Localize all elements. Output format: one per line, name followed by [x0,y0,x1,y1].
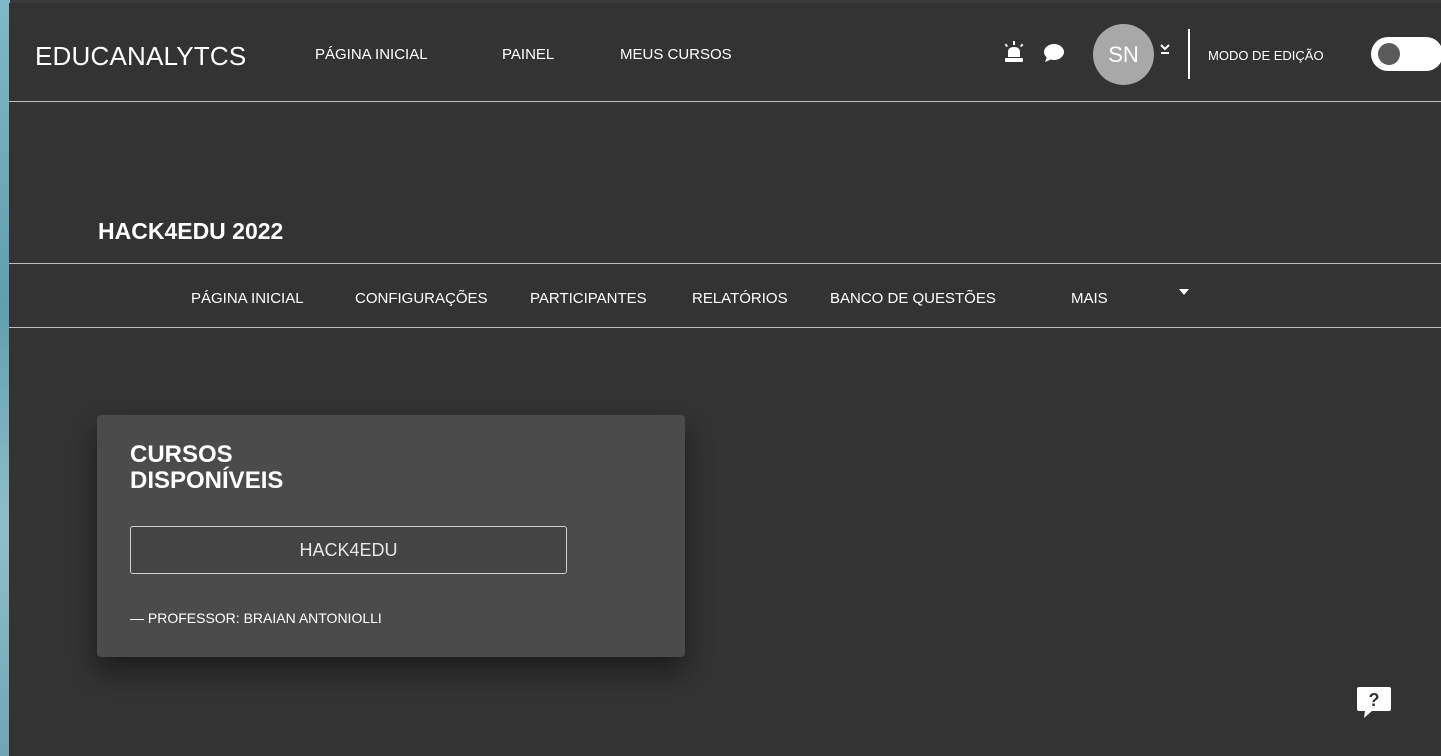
card-title-line-1: CURSOS [130,441,233,468]
course-title: HACK4EDU 2022 [98,218,284,244]
app-window: EDUCANALYTCS PÁGINA INICIAL PAINEL MEUS … [9,3,1441,756]
tab-relatorios[interactable]: RELATÓRIOS [692,290,788,307]
nav-link-pagina-inicial[interactable]: PÁGINA INICIAL [315,46,428,63]
help-glyph: ? [1369,690,1380,710]
toggle-knob [1378,43,1400,65]
available-courses-card: CURSOS DISPONÍVEIS HACK4EDU — PROFESSOR:… [97,415,685,657]
tab-banco-de-questoes[interactable]: BANCO DE QUESTÕES [830,290,996,307]
caret-down-icon[interactable] [1179,289,1189,295]
nav-link-painel[interactable]: PAINEL [502,46,554,63]
course-link-button[interactable]: HACK4EDU [130,526,567,574]
chat-bubble-icon[interactable] [1043,43,1065,63]
navbar-divider [1188,29,1190,79]
tab-configuracoes[interactable]: CONFIGURAÇÕES [355,290,488,307]
site-brand[interactable]: EDUCANALYTCS [35,41,246,72]
edit-mode-toggle[interactable] [1371,37,1441,71]
card-title: CURSOS DISPONÍVEIS [130,442,430,494]
user-menu-chevron-icon[interactable] [1160,43,1170,58]
card-title-line-2: DISPONÍVEIS [130,467,284,494]
user-avatar[interactable]: SN [1093,24,1154,85]
nav-link-meus-cursos[interactable]: MEUS CURSOS [620,46,732,63]
course-teacher: — PROFESSOR: BRAIAN ANTONIOLLI [130,610,382,626]
edit-mode-label: MODO DE EDIÇÃO [1208,48,1324,63]
tab-participantes[interactable]: PARTICIPANTES [530,290,647,307]
bell-alert-icon[interactable] [1003,41,1025,63]
help-question-icon[interactable]: ? [1356,685,1392,719]
course-secondary-nav: PÁGINA INICIAL CONFIGURAÇÕES PARTICIPANT… [9,263,1441,328]
tab-pagina-inicial[interactable]: PÁGINA INICIAL [191,290,304,307]
tab-mais[interactable]: MAIS [1071,290,1108,307]
top-navbar: EDUCANALYTCS PÁGINA INICIAL PAINEL MEUS … [9,3,1441,102]
